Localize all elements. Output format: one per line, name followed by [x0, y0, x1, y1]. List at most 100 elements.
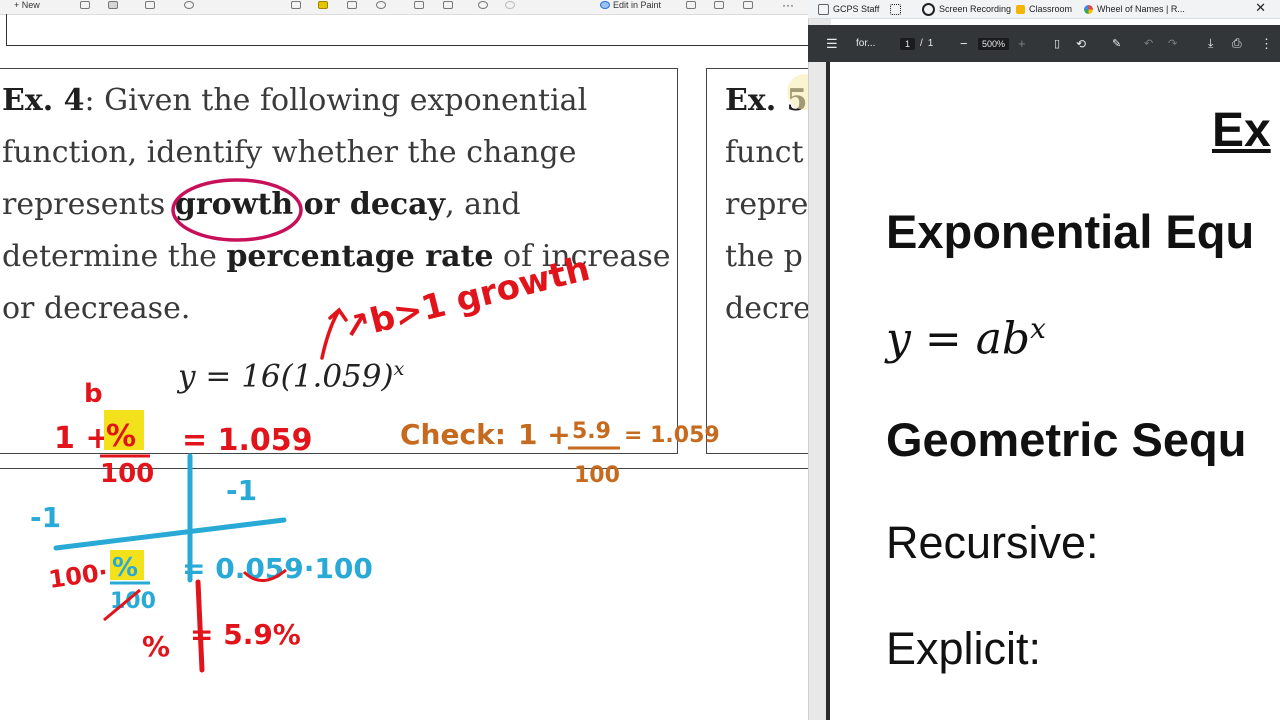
zoom-value: 500% [978, 37, 1010, 50]
undo-icon[interactable]: ↶ [1144, 25, 1153, 62]
explicit-label: Explicit: [886, 623, 1042, 674]
zoom-in-button[interactable]: + [1018, 25, 1026, 62]
pen-icon[interactable] [347, 1, 357, 9]
ex4-formula: y = 16(1.059)x [178, 358, 404, 394]
ex4-formula-base: y = 16(1.059) [178, 358, 394, 395]
bookmark-label: Classroom [1029, 4, 1073, 14]
ex4-line-1: Ex. 4: Given the following exponential [2, 75, 587, 127]
ex5-line-3: repre [725, 187, 808, 222]
percent-highlight-2 [110, 550, 144, 580]
rotate-icon[interactable]: ⟲ [1076, 25, 1086, 62]
percent-result-left-ink: % [142, 630, 170, 663]
pdf-page-title: Ex [1212, 104, 1271, 157]
ex4-line-4: determine the percentage rate of increas… [2, 231, 671, 283]
wheel-icon [1084, 4, 1093, 14]
ex4-line-1-text: : Given the following exponential [84, 83, 588, 118]
ex4-line-2: function, identify whether the change [2, 135, 577, 170]
exponential-equation-heading: Exponential Equ [886, 205, 1255, 258]
page-divider [0, 468, 808, 469]
ex4-percentage-rate: percentage rate [226, 239, 494, 274]
whiteboard-app: + New Edit in Paint ··· Ex. 4: Given the… [0, 0, 808, 720]
copy-icon[interactable] [108, 1, 118, 9]
ex4-line-4-a: determine the [2, 239, 227, 274]
download-icon[interactable]: ⤓ [1208, 25, 1213, 62]
bookmark-classroom[interactable]: Classroom [1016, 2, 1072, 16]
vertical-line-red-ink [195, 579, 205, 673]
more-label: ··· [782, 0, 794, 12]
new-button-label: + New [14, 0, 40, 10]
bookmarks-bar: GCPS Staff Screen Recording Classroom Wh… [808, 0, 1280, 19]
eraser-icon[interactable] [376, 1, 386, 9]
crop-icon[interactable] [414, 1, 424, 9]
fit-page-icon[interactable]: ▯ [1054, 25, 1060, 62]
folder-icon [818, 3, 829, 15]
page-number-input[interactable]: 1 [900, 37, 916, 50]
hundred-dot-ink: 100· [47, 558, 110, 594]
bookmark-wheel-of-names[interactable]: Wheel of Names | R... [1084, 2, 1185, 16]
viewer-left-edge [826, 62, 830, 720]
print-icon[interactable]: ⎙ [1232, 25, 1242, 62]
copy-image-icon[interactable] [714, 1, 724, 9]
bookmark-screen-recording[interactable]: Screen Recording [922, 2, 1011, 16]
share-icon[interactable] [743, 1, 753, 9]
recursive-label: Recursive: [886, 517, 1099, 568]
check-denominator-ink: 100 [574, 463, 620, 488]
save-icon[interactable] [686, 1, 696, 9]
ex4-growth-or-decay: growth or decay [174, 187, 446, 222]
camera-icon[interactable] [80, 1, 90, 9]
document-title: for... [856, 38, 876, 49]
menu-icon[interactable]: ☰ [826, 25, 838, 62]
equation-exponent: x [1030, 312, 1046, 345]
minus-one-left-ink: -1 [30, 501, 61, 534]
pdf-toolbar: ☰ for... 1 / 1 − 500% + ▯ ⟲ ✎ ↶ ↷ ⤓ ⎙ ⋮ [808, 25, 1280, 62]
browser-pdf-viewer: GCPS Staff Screen Recording Classroom Wh… [808, 0, 1280, 720]
classroom-icon [1016, 4, 1025, 14]
shape-icon[interactable] [145, 1, 155, 9]
new-button[interactable]: + New [14, 0, 40, 12]
hundred-ink: 100 [100, 459, 154, 489]
ex4-line-3-c: , and [445, 187, 521, 222]
ex4-label: Ex. 4 [2, 83, 85, 118]
undo-icon[interactable] [478, 1, 488, 9]
highlighter-icon[interactable] [318, 1, 328, 9]
filter-icon[interactable] [291, 1, 301, 9]
ex5-line-1: Ex. 5: [725, 83, 808, 118]
ex4-line-3-a: represents [2, 187, 175, 222]
percent-result-ink: = 5.9% [190, 618, 301, 651]
bookmark-apps[interactable] [890, 2, 901, 16]
redo-icon[interactable] [505, 1, 515, 9]
decimal-move-ink [242, 568, 287, 582]
previous-page-edge [6, 14, 808, 46]
zoom-out-button[interactable]: − [960, 25, 968, 62]
page-indicator: 1 / 1 [900, 25, 933, 62]
ex5-line-2: funct [725, 135, 804, 170]
history-icon[interactable] [184, 1, 194, 9]
redo-icon[interactable]: ↷ [1168, 25, 1177, 62]
annotate-icon[interactable]: ✎ [1112, 25, 1121, 62]
page-total: 1 [927, 38, 934, 49]
percent-blue-ink: % [112, 553, 138, 583]
paint-icon [600, 1, 610, 9]
horizontal-line-blue-ink [53, 517, 287, 551]
more-vert-icon[interactable]: ⋮ [1260, 25, 1273, 62]
bookmark-label: GCPS Staff [833, 4, 880, 14]
ex4-line-3: represents growth or decay, and [2, 179, 521, 231]
record-icon [922, 2, 935, 16]
cancel-slash-ink [103, 588, 141, 622]
close-icon[interactable]: ✕ [1255, 1, 1266, 16]
bookmark-label: Screen Recording [939, 4, 1012, 14]
more-options-button[interactable]: ··· [782, 0, 794, 12]
bookmark-gcps-staff[interactable]: GCPS Staff [818, 2, 879, 16]
bookmark-label: Wheel of Names | R... [1097, 4, 1185, 14]
page-separator: / [920, 38, 923, 49]
minus-one-right-ink: -1 [226, 474, 257, 507]
ex4-line-5: or decrease. [2, 291, 191, 326]
text-icon[interactable] [443, 1, 453, 9]
result-expr-ink: = 0.059·100 [182, 552, 373, 585]
whiteboard-toolbar: + New Edit in Paint ··· [0, 0, 808, 15]
equation-base: y = ab [886, 313, 1031, 365]
edit-in-paint-button[interactable]: Edit in Paint [600, 0, 661, 12]
zoom-level[interactable]: 500% [978, 25, 1010, 62]
grid-icon [890, 3, 901, 15]
ex5-line-4: the p [725, 239, 803, 274]
